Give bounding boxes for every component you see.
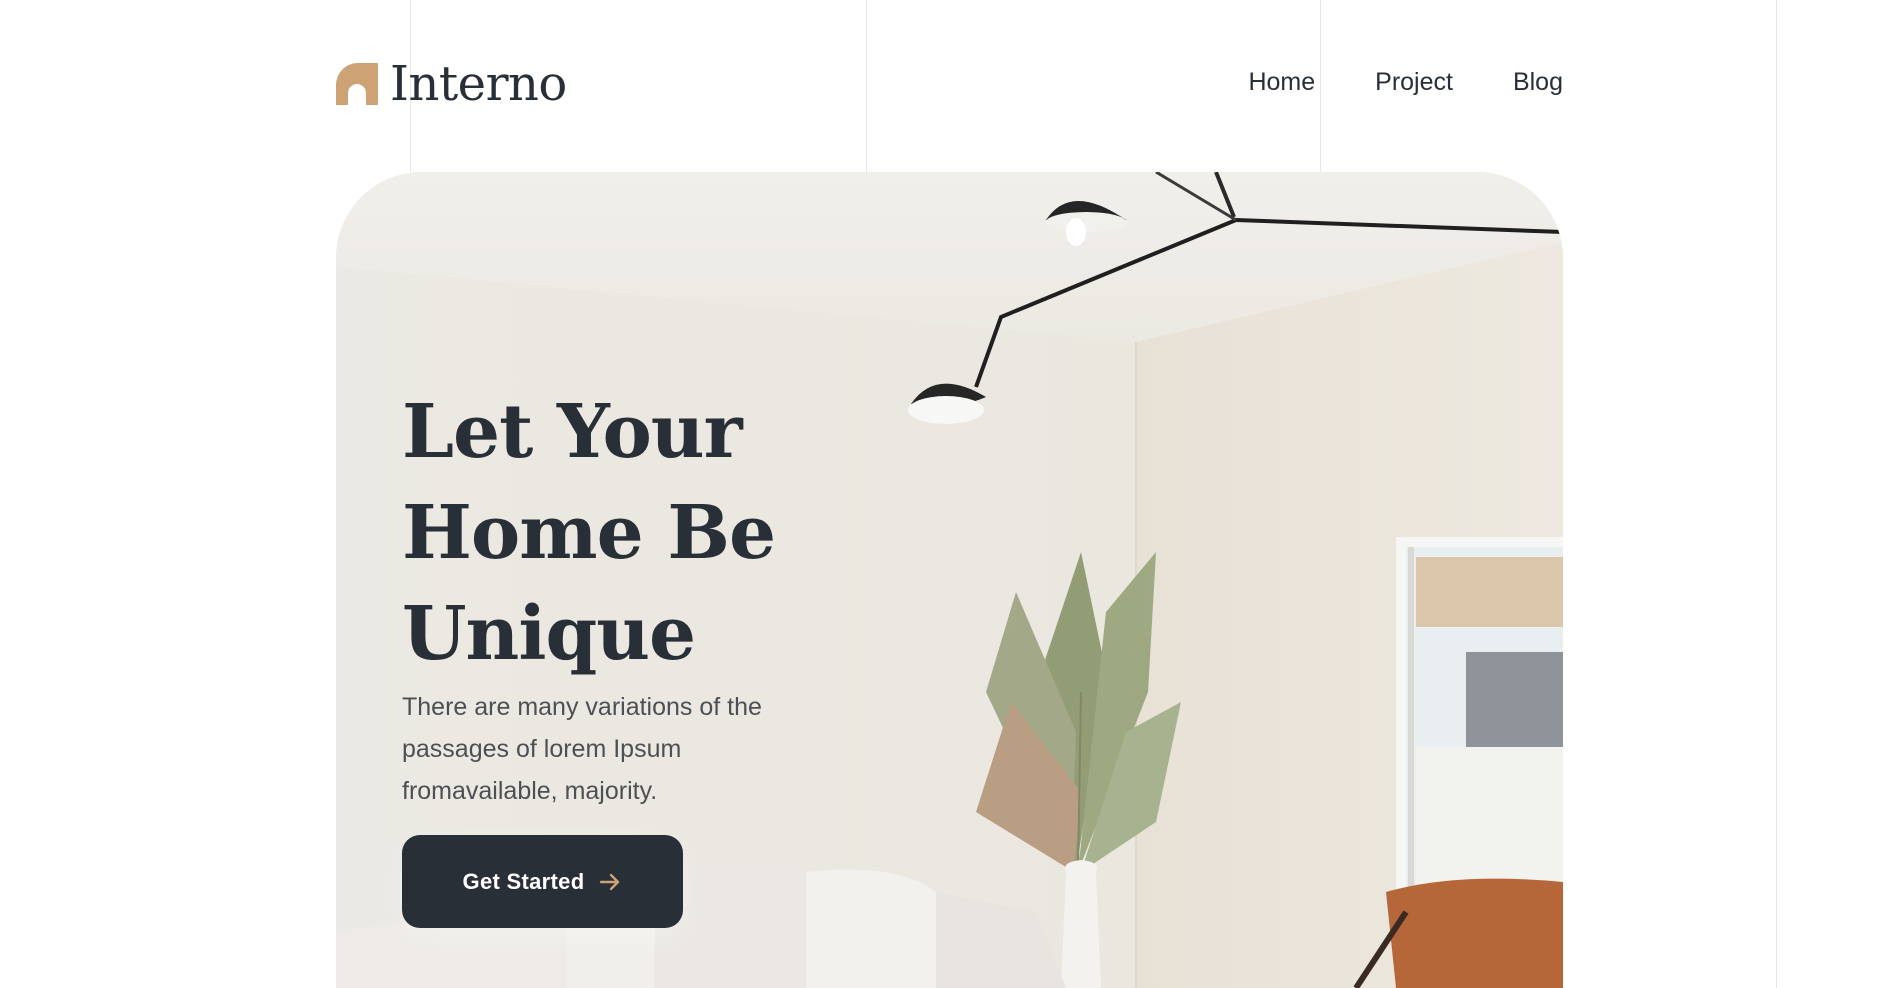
brand-name: Interno — [390, 56, 567, 112]
hero-subtitle: There are many variations of the passage… — [402, 693, 762, 805]
get-started-label: Get Started — [462, 868, 585, 894]
nav-item-blog[interactable]: Blog — [1513, 68, 1563, 97]
hero-title-line: Home Be — [402, 490, 776, 576]
logo[interactable]: Interno — [336, 56, 567, 112]
hero-section: Let Your Home Be Unique There are many v… — [336, 172, 1563, 988]
grid-line — [866, 0, 867, 172]
page: Interno Home Project Blog Let Your Home … — [0, 0, 1899, 988]
arch-logo-icon — [336, 63, 378, 105]
grid-line — [1776, 0, 1777, 988]
hero-title-line: Let Your — [402, 389, 743, 475]
arrow-right-icon — [598, 870, 622, 894]
get-started-button[interactable]: Get Started — [402, 835, 683, 928]
hero-title-line: Unique — [402, 591, 696, 677]
main-nav: Home Project Blog — [1248, 68, 1563, 97]
nav-item-home[interactable]: Home — [1248, 68, 1315, 97]
hero-title: Let Your Home Be Unique — [402, 382, 922, 685]
nav-item-project[interactable]: Project — [1375, 68, 1453, 97]
